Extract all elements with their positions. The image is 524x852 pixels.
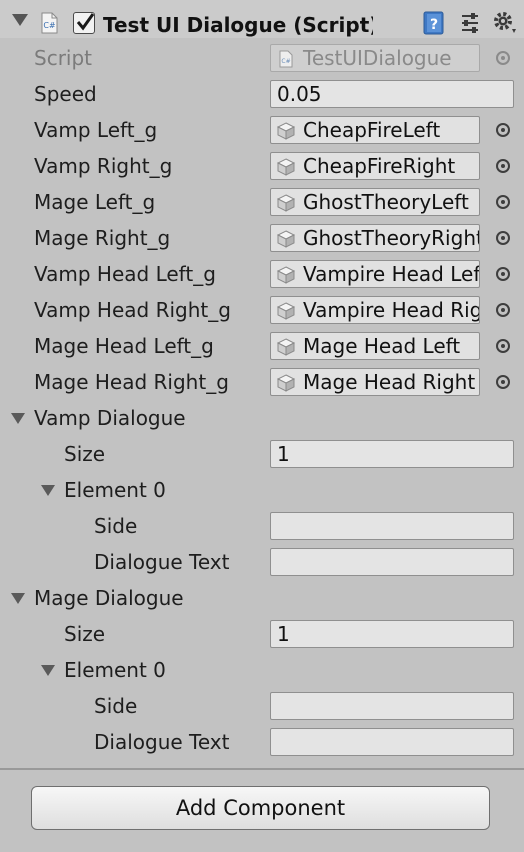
vamp-dialogue-foldout-icon[interactable] [11,413,25,424]
object-picker-icon [496,51,510,65]
script-field[interactable]: C# TestUIDialogue [270,44,480,72]
divider [0,768,524,770]
svg-text:?: ? [430,17,438,33]
component-title: Test UI Dialogue (Script) [103,13,373,37]
gameobject-cube-icon [276,266,296,284]
mage-right-label: Mage Right_g [34,226,171,250]
mage-head-right-field[interactable]: Mage Head Right [270,368,480,396]
object-picker-icon[interactable] [496,339,510,353]
object-picker-icon[interactable] [496,231,510,245]
speed-input[interactable]: 0.05 [270,80,514,108]
gameobject-cube-icon [276,158,296,176]
csharp-script-icon: C# [279,50,293,68]
gear-icon[interactable] [492,10,520,36]
vamp-left-label: Vamp Left_g [34,118,158,142]
checkmark-icon [76,13,95,31]
vamp-head-right-label: Vamp Head Right_g [34,298,231,322]
mage-head-left-field[interactable]: Mage Head Left [270,332,480,360]
preset-sliders-icon[interactable] [460,12,480,34]
vamp-element-label[interactable]: Element 0 [64,477,166,503]
mage-dialogue-label[interactable]: Mage Dialogue [34,585,184,611]
svg-text:C#: C# [43,21,56,30]
object-picker-icon[interactable] [496,303,510,317]
vamp-side-input[interactable] [270,512,514,540]
object-picker-icon[interactable] [496,123,510,137]
mage-side-input[interactable] [270,692,514,720]
vamp-dialogue-text-input[interactable] [270,548,514,576]
speed-label: Speed [34,82,97,106]
object-picker-icon[interactable] [496,159,510,173]
mage-side-label: Side [94,694,138,718]
vamp-dialogue-text-label: Dialogue Text [94,550,230,574]
vamp-element-foldout-icon[interactable] [41,485,55,496]
vamp-side-label: Side [94,514,138,538]
csharp-script-icon: C# [41,12,58,34]
mage-element-foldout-icon[interactable] [41,665,55,676]
vamp-dialogue-label[interactable]: Vamp Dialogue [34,405,186,431]
gameobject-cube-icon [276,194,296,212]
mage-dialogue-text-label: Dialogue Text [94,730,230,754]
gameobject-cube-icon [276,338,296,356]
gameobject-cube-icon [276,302,296,320]
help-book-icon[interactable]: ? [422,11,446,35]
mage-left-field[interactable]: GhostTheoryLeft [270,188,480,216]
enabled-checkbox[interactable] [73,12,95,34]
vamp-head-right-field[interactable]: Vampire Head Right [270,296,480,324]
mage-dialogue-foldout-icon[interactable] [11,593,25,604]
script-label: Script [34,46,93,70]
mage-head-right-label: Mage Head Right_g [34,370,229,394]
component-header: C# Test UI Dialogue (Script) ? [0,0,524,38]
object-picker-icon[interactable] [496,267,510,281]
vamp-size-label: Size [64,442,106,466]
svg-text:C#: C# [281,58,290,65]
object-picker-icon[interactable] [496,195,510,209]
mage-right-field[interactable]: GhostTheoryRight [270,224,480,252]
gameobject-cube-icon [276,122,296,140]
collapse-arrow-icon[interactable] [12,14,28,26]
vamp-size-input[interactable]: 1 [270,440,514,468]
gameobject-cube-icon [276,374,296,392]
mage-head-left-label: Mage Head Left_g [34,334,214,358]
vamp-right-field[interactable]: CheapFireRight [270,152,480,180]
mage-size-input[interactable]: 1 [270,620,514,648]
vamp-right-label: Vamp Right_g [34,154,173,178]
vamp-head-left-label: Vamp Head Left_g [34,262,216,286]
vamp-head-left-field[interactable]: Vampire Head Left [270,260,480,288]
mage-size-label: Size [64,622,106,646]
add-component-button[interactable]: Add Component [31,786,490,830]
mage-left-label: Mage Left_g [34,190,156,214]
object-picker-icon[interactable] [496,375,510,389]
mage-element-label[interactable]: Element 0 [64,657,166,683]
gameobject-cube-icon [276,230,296,248]
vamp-left-field[interactable]: CheapFireLeft [270,116,480,144]
mage-dialogue-text-input[interactable] [270,728,514,756]
